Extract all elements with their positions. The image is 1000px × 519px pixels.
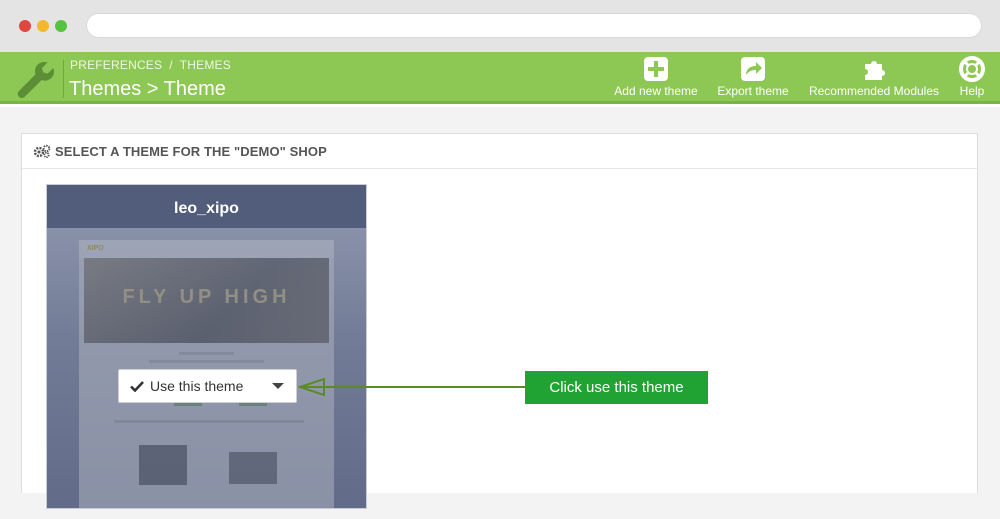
recommended-modules-label: Recommended Modules <box>808 84 940 98</box>
use-this-theme-label: Use this theme <box>150 378 244 394</box>
puzzle-icon <box>865 61 885 80</box>
help-label: Help <box>959 84 985 98</box>
annotation-arrow <box>298 377 526 397</box>
toolbar-divider <box>63 60 64 98</box>
recommended-modules-button[interactable]: Recommended Modules <box>804 56 944 100</box>
minimize-window-button[interactable] <box>37 20 49 32</box>
browser-window-bar <box>0 0 1000 52</box>
panel-heading: SELECT A THEME FOR THE "DEMO" SHOP <box>22 134 977 169</box>
export-theme-label: Export theme <box>717 84 789 98</box>
add-new-theme-label: Add new theme <box>614 84 698 98</box>
use-this-theme-button[interactable]: Use this theme <box>118 369 297 403</box>
help-button[interactable]: Help <box>955 56 989 100</box>
breadcrumb-item-preferences[interactable]: PREFERENCES <box>70 58 162 72</box>
theme-name: leo_xipo <box>47 185 366 228</box>
wrench-icon <box>17 62 54 98</box>
page-title: Themes > Theme <box>69 78 226 100</box>
preview-overlay <box>47 228 366 508</box>
panel-title: SELECT A THEME FOR THE "DEMO" SHOP <box>55 143 327 159</box>
annotation-callout: Click use this theme <box>525 371 708 404</box>
cogs-icon <box>33 144 51 158</box>
maximize-window-button[interactable] <box>55 20 67 32</box>
export-icon <box>741 57 765 81</box>
theme-preview: XIPO FLY UP HIGH <box>47 228 366 508</box>
check-icon <box>130 381 144 392</box>
chevron-down-icon[interactable] <box>272 383 284 389</box>
breadcrumb-item-themes[interactable]: THEMES <box>180 58 231 72</box>
breadcrumb: PREFERENCES / THEMES <box>70 58 231 72</box>
lifebuoy-icon <box>959 56 985 82</box>
add-new-theme-button[interactable]: Add new theme <box>611 56 701 100</box>
breadcrumb-separator: / <box>169 58 173 72</box>
page-header-toolbar: PREFERENCES / THEMES Themes > Theme Add ne… <box>0 52 1000 104</box>
close-window-button[interactable] <box>19 20 31 32</box>
theme-card[interactable]: leo_xipo XIPO FLY UP HIGH <box>46 184 367 509</box>
export-theme-button[interactable]: Export theme <box>713 56 793 100</box>
address-bar[interactable] <box>86 13 982 38</box>
add-icon <box>644 57 668 81</box>
